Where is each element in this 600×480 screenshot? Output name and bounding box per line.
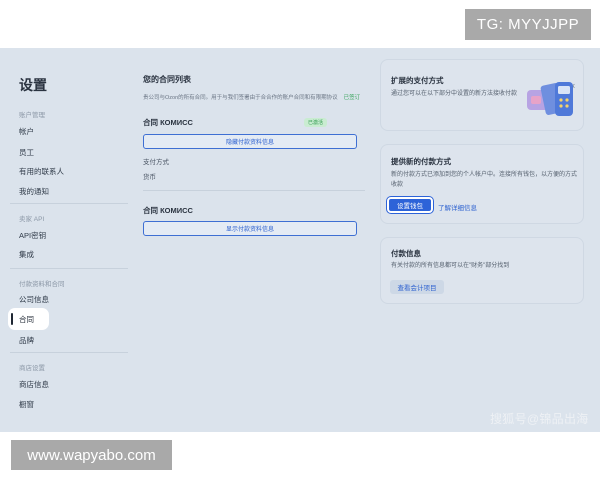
bottom-watermark: www.wapyabo.com [11,440,172,470]
card-title: 扩展的支付方式 [391,76,444,85]
set-up-wallet-button[interactable]: 设置钱包 [387,197,433,213]
sidebar-section-contracts: 付款资料和合同 [19,281,65,288]
sidebar-item-company-info[interactable]: 公司信息 [19,294,49,305]
sidebar-item-account[interactable]: 帐户 [19,126,34,137]
sohu-watermark: 搜狐号@锦品出海 [490,412,589,426]
card-text: 通过您可以在以下部分中设置的新方法接收付款 [391,91,518,97]
show-payment-info-button[interactable]: 显示付款资料信息 [143,221,357,236]
sidebar-item-contracts-label[interactable]: 合同 [19,314,34,325]
settings-sidebar: 设置 账户管理 帐户 员工 有用的联系人 我的通知 卖家 API API密钥 集… [0,48,132,432]
signed-link[interactable]: 已签订 [344,95,361,101]
active-indicator [11,313,13,325]
contract-title: 合同 КОМИСС [143,206,193,215]
page-title: 您的合同列表 [143,75,191,84]
contract-divider [143,190,365,191]
page-description: 贵公司与Ozon的所有合同。用于与我们签署由于合合作的账户合同和有限期协议 已签订 [143,95,361,101]
contract-title: 合同 КОМИСС [143,118,193,127]
payment-method-value: 货币 [143,174,156,181]
card-text: 新的付款方式已添加到您的个人帐户中。连接所有钱包，以方便的方式收款 [391,172,578,188]
payment-method-label: 支付方式 [143,159,169,166]
card-title: 提供新的付款方式 [391,157,451,166]
sidebar-section-account: 账户管理 [19,112,45,119]
card-title: 付款信息 [391,249,421,258]
status-badge: 已激活 [304,118,328,127]
sidebar-section-store: 商店设置 [19,365,45,372]
sidebar-item-employees[interactable]: 员工 [19,147,34,158]
sidebar-item-brands[interactable]: 品牌 [19,335,34,346]
sidebar-item-contacts[interactable]: 有用的联系人 [19,166,64,177]
sidebar-item-storefront[interactable]: 橱窗 [19,399,34,410]
sidebar-item-store-info[interactable]: 商店信息 [19,379,49,390]
settings-screen: 设置 账户管理 帐户 员工 有用的联系人 我的通知 卖家 API API密钥 集… [0,48,600,432]
view-accounting-button[interactable]: 查看会计项目 [390,280,444,294]
hide-payment-info-button[interactable]: 隐藏付款资料信息 [143,134,357,149]
sidebar-divider [10,203,128,204]
sidebar-item-api-keys[interactable]: API密钥 [19,230,46,241]
sidebar-item-integrations[interactable]: 集成 [19,249,34,260]
sidebar-item-notifications[interactable]: 我的通知 [19,186,49,197]
sidebar-divider [10,268,128,269]
wallet-card-terminal-illustration [527,82,573,116]
sidebar-title: 设置 [19,77,47,93]
contracts-list: 您的合同列表 贵公司与Ozon的所有合同。用于与我们签署由于合合作的账户合同和有… [143,48,365,432]
learn-more-link[interactable]: 了解详细信息 [438,202,477,212]
top-watermark: TG: MYYJJPP [465,9,591,40]
sidebar-section-api: 卖家 API [19,216,45,223]
sidebar-divider [10,352,128,353]
card-text: 有关付款的所有信息都可以在"财务"部分找到 [391,263,510,269]
